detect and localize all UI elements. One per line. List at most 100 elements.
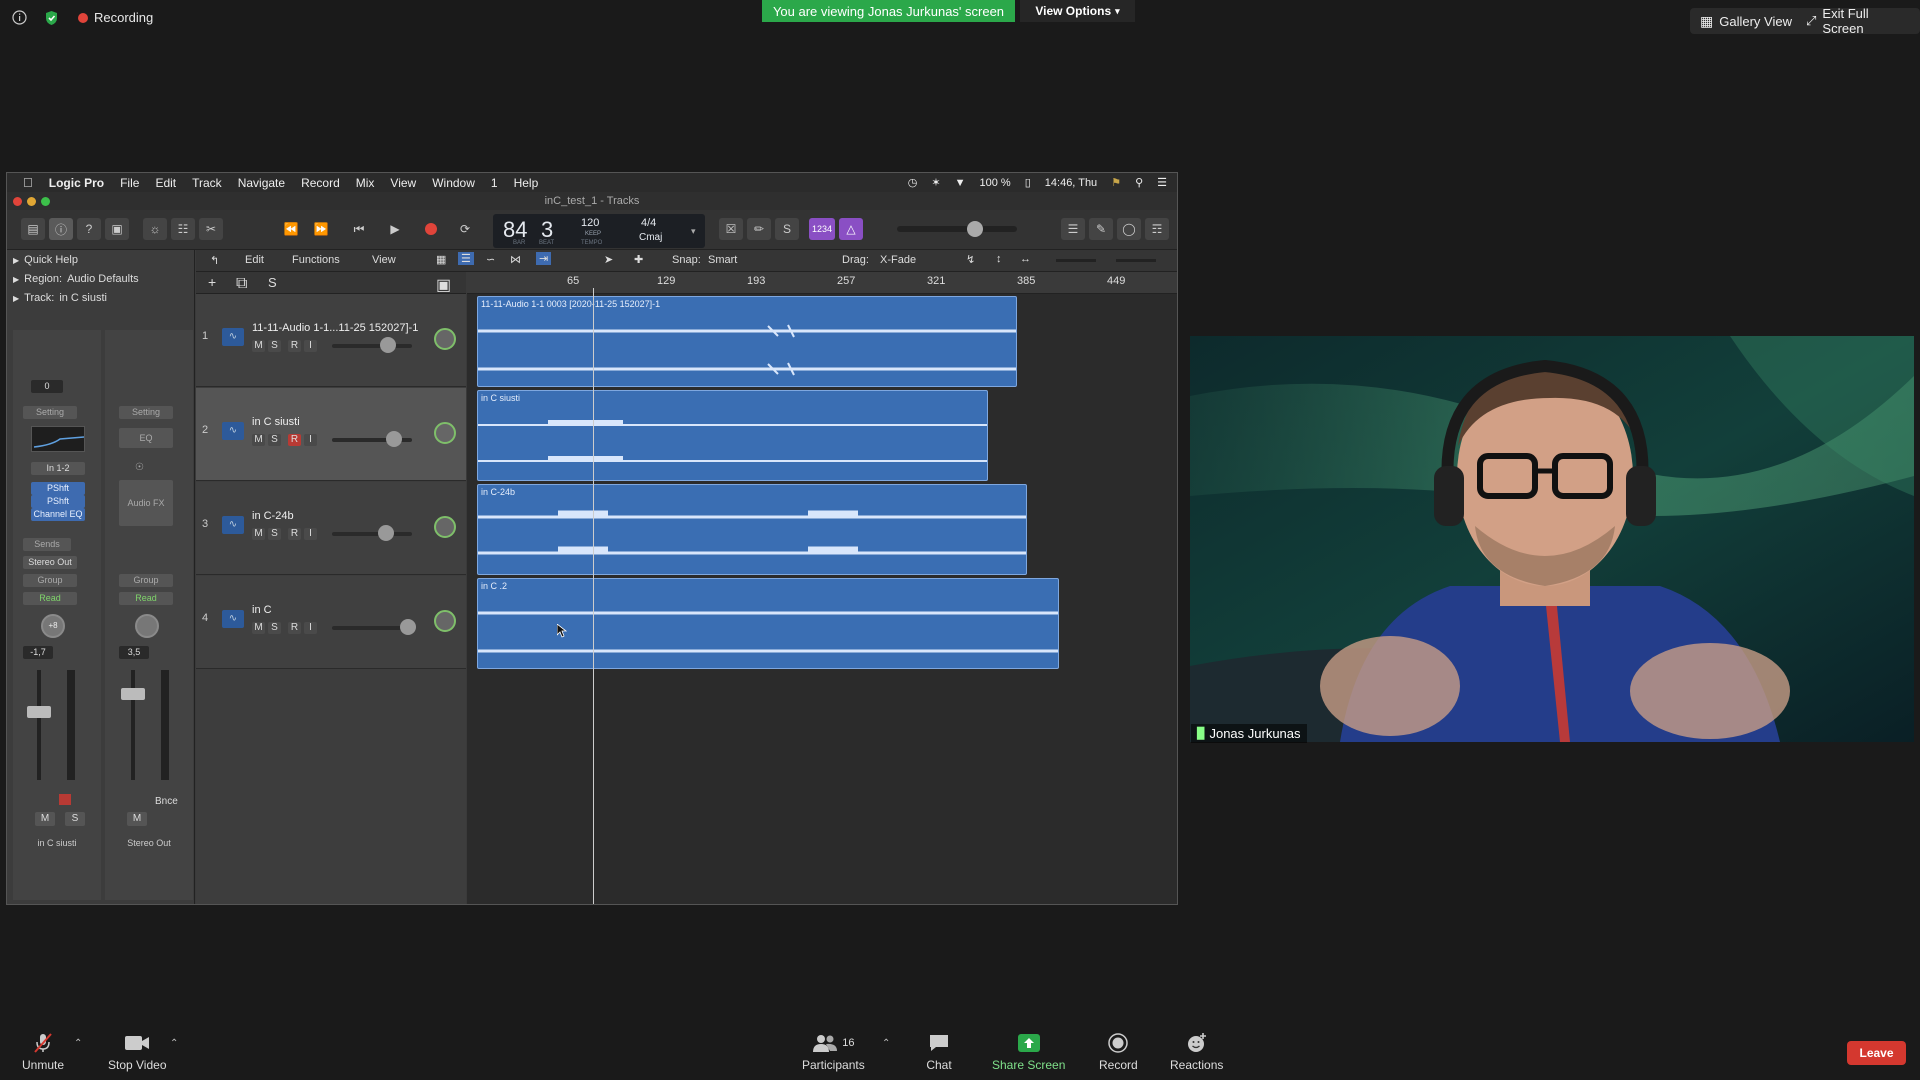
solo-button[interactable]: S (65, 812, 85, 826)
metronome-icon[interactable]: △ (839, 218, 863, 240)
count-in-button[interactable]: 1234 (809, 218, 835, 240)
eq-thumbnail[interactable] (31, 426, 85, 452)
reactions-button[interactable]: Reactions (1170, 1032, 1223, 1072)
track-volume-slider[interactable] (332, 344, 412, 348)
global-solo-icon[interactable]: S (268, 275, 277, 290)
toolbar-toggle-icon[interactable]: ▣ (105, 218, 129, 240)
solo-button[interactable]: S (268, 434, 281, 446)
gallery-view-button[interactable]: ▦ Gallery View (1690, 8, 1802, 34)
zoom-window-icon[interactable] (41, 197, 50, 206)
audio-region[interactable]: 11-11-Audio 1-1 0003 [2020-11-25 152027]… (477, 296, 1017, 387)
bounce-button[interactable]: Bnce (155, 796, 178, 807)
track-pan-knob[interactable] (434, 516, 456, 538)
spotlight-search-icon[interactable]: ⚲ (1135, 176, 1143, 189)
plugin-slot-1[interactable]: PShft (31, 482, 85, 495)
record-icon[interactable] (419, 218, 443, 240)
info-icon[interactable] (12, 10, 27, 25)
menu-logic-pro[interactable]: Logic Pro (49, 176, 104, 190)
sends-slot[interactable]: Sends (23, 538, 71, 551)
track-header[interactable]: 4 ∿ in C M S R I (196, 576, 466, 669)
note-pad-icon[interactable]: ✎ (1089, 218, 1113, 240)
clock[interactable]: 14:46, Thu (1045, 177, 1097, 189)
mute-button[interactable]: M (252, 340, 265, 352)
link-icon[interactable]: ☉ (135, 462, 144, 473)
replace-icon[interactable]: ☒ (719, 218, 743, 240)
drag-select[interactable]: X-Fade (880, 254, 916, 266)
solo-button[interactable]: S (268, 340, 281, 352)
list-view-icon[interactable]: ☰ (458, 252, 474, 265)
mixer-icon[interactable]: ☷ (171, 218, 195, 240)
unmute-button[interactable]: Unmute (22, 1032, 64, 1072)
track-name[interactable]: in C (252, 604, 272, 616)
track-header[interactable]: 1 ∿ 11-11-Audio 1-1...11-25 152027]-1 M … (196, 294, 466, 387)
fast-forward-icon[interactable]: ⏩ (309, 218, 333, 240)
flag-icon[interactable]: ⚑ (1111, 176, 1121, 189)
track-pan-knob[interactable] (434, 328, 456, 350)
track-volume-knob[interactable] (378, 525, 394, 541)
recording-indicator[interactable]: Recording (78, 10, 153, 25)
pan-knob[interactable] (135, 614, 159, 638)
functions-menu[interactable]: Functions (292, 254, 340, 266)
automation-mode[interactable]: Read (119, 592, 173, 605)
stop-video-button[interactable]: Stop Video (108, 1032, 167, 1072)
group-slot[interactable]: Group (119, 574, 173, 587)
menu-track[interactable]: Track (192, 176, 222, 190)
apple-icon[interactable]:  (23, 175, 33, 190)
smart-controls-icon[interactable]: ☼ (143, 218, 167, 240)
tuning-icon[interactable]: ✏ (747, 218, 771, 240)
audio-fx-slot[interactable]: Audio FX (119, 480, 173, 526)
wifi-icon[interactable]: ▼ (955, 177, 966, 189)
loop-browser-icon[interactable]: ◯ (1117, 218, 1141, 240)
grid-view-icon[interactable]: ▦ (436, 253, 446, 266)
horizontal-fit-icon[interactable]: ↔ (1020, 253, 1031, 265)
record-enable-button[interactable]: R (288, 434, 301, 446)
mute-button[interactable]: M (252, 528, 265, 540)
track-name[interactable]: 11-11-Audio 1-1...11-25 152027]-1 (252, 322, 418, 334)
menu-file[interactable]: File (120, 176, 139, 190)
battery-percent[interactable]: 100 % (980, 177, 1011, 189)
audio-region[interactable]: in C siusti (477, 390, 988, 481)
browsers-icon[interactable]: ☶ (1145, 218, 1169, 240)
menu-mix[interactable]: Mix (356, 176, 375, 190)
minimize-window-icon[interactable] (27, 197, 36, 206)
mute-button[interactable]: M (127, 812, 147, 826)
input-slot[interactable]: In 1-2 (31, 462, 85, 475)
input-gain[interactable]: 0 (31, 380, 63, 393)
menu-record[interactable]: Record (301, 176, 340, 190)
pointer-tool-icon[interactable]: ➤ (604, 253, 613, 266)
track-header[interactable]: 2 ∿ in C siusti M S R I (196, 388, 466, 481)
duplicate-track-icon[interactable]: ⧉ (236, 275, 247, 293)
editors-icon[interactable]: ✂ (199, 218, 223, 240)
add-track-icon[interactable]: + (208, 274, 216, 290)
record-arm-icon[interactable] (59, 794, 71, 805)
track-name[interactable]: in C siusti (252, 416, 300, 428)
record-enable-button[interactable]: R (288, 622, 301, 634)
view-options-button[interactable]: View Options ▾ (1020, 0, 1135, 22)
chat-button[interactable]: Chat (926, 1032, 952, 1072)
chevron-down-icon[interactable]: ▾ (691, 226, 696, 237)
playhead[interactable] (593, 288, 594, 904)
flex-icon[interactable]: ⋈ (510, 253, 521, 266)
inspector-icon[interactable]: ⓘ (49, 218, 73, 240)
setting-button[interactable]: Setting (23, 406, 77, 419)
track-volume-knob[interactable] (386, 431, 402, 447)
region-inspector-row[interactable]: ▶ Region: Audio Defaults (13, 273, 139, 285)
input-monitor-button[interactable]: I (304, 434, 317, 446)
setting-button[interactable]: Setting (119, 406, 173, 419)
menu-help[interactable]: Help (514, 176, 539, 190)
chevron-up-icon[interactable]: ⌃ (74, 1038, 82, 1049)
mute-button[interactable]: M (35, 812, 55, 826)
global-tracks-icon[interactable]: ▣ (436, 275, 451, 295)
eq-button[interactable]: EQ (119, 428, 173, 448)
catch-icon[interactable]: ⇥ (536, 252, 552, 265)
menu-1[interactable]: 1 (491, 176, 498, 190)
track-volume-knob[interactable] (400, 619, 416, 635)
exit-fullscreen-button[interactable]: ⤢ Exit Full Screen (1796, 6, 1920, 36)
list-editors-icon[interactable]: ☰ (1061, 218, 1085, 240)
control-center-icon[interactable]: ☰ (1157, 176, 1167, 189)
track-pan-knob[interactable] (434, 610, 456, 632)
waveform-zoom-icon[interactable]: ↯ (966, 253, 975, 266)
edit-menu[interactable]: Edit (245, 254, 264, 266)
pan-knob[interactable]: +8 (41, 614, 65, 638)
view-menu[interactable]: View (372, 254, 396, 266)
